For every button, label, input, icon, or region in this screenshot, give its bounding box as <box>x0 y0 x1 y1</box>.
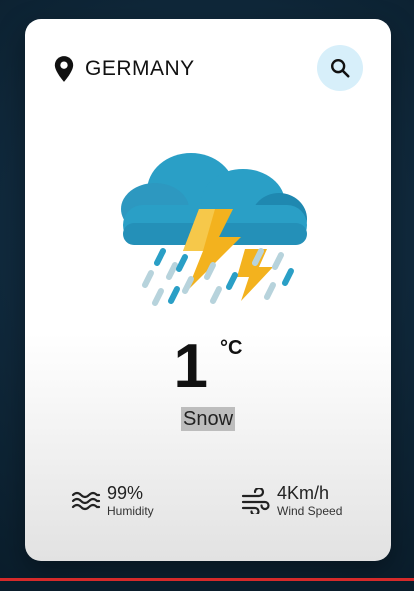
temperature-unit: °C <box>220 337 243 359</box>
humidity-label: Humidity <box>107 504 154 518</box>
humidity-text: 99% Humidity <box>107 483 154 519</box>
wind-icon <box>241 488 270 514</box>
wind-text: 4Km/h Wind Speed <box>277 483 342 519</box>
location-name: GERMANY <box>85 57 195 80</box>
weather-card: GERMANY 1 °C Snow 99% Humidity 4Km/h Win… <box>25 19 391 561</box>
map-pin-icon <box>54 56 74 82</box>
search-button[interactable] <box>317 45 363 91</box>
app-screen: GERMANY 1 °C Snow 99% Humidity 4Km/h Win… <box>0 0 414 591</box>
search-icon <box>331 59 350 78</box>
condition-display: Snow <box>25 407 391 431</box>
temperature-display: 1 °C <box>25 335 391 399</box>
thunderstorm-rain-icon <box>121 153 307 306</box>
humidity-value: 99% <box>107 483 144 503</box>
wind-value: 4Km/h <box>277 483 330 503</box>
humidity-stat: 99% Humidity <box>71 483 154 519</box>
humidity-waves-icon <box>71 491 101 511</box>
wind-label: Wind Speed <box>277 504 343 518</box>
temperature-value: 1 <box>173 332 209 401</box>
wind-stat: 4Km/h Wind Speed <box>241 483 342 519</box>
location-header: GERMANY <box>53 55 195 83</box>
weather-stats: 99% Humidity 4Km/h Wind Speed <box>25 483 391 533</box>
condition-text: Snow <box>180 407 236 431</box>
bottom-strip <box>0 581 414 591</box>
